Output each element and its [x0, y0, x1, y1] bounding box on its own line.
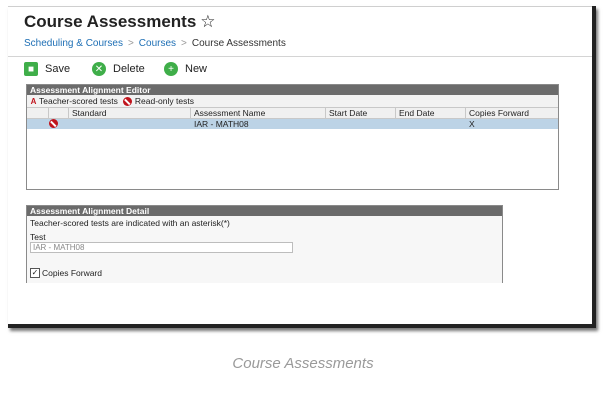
save-button[interactable]: ■ Save — [24, 62, 70, 76]
cell-copies-forward: X — [469, 119, 475, 129]
delete-label: Delete — [113, 63, 145, 75]
col-header-spacer — [27, 108, 49, 118]
checkbox-checked-icon: ✓ — [30, 268, 40, 278]
legend-readonly-label: Read-only tests — [134, 96, 194, 106]
grid-header-row: Standard Assessment Name Start Date End … — [27, 108, 558, 119]
chevron-right-icon: > — [181, 38, 187, 49]
save-label: Save — [45, 63, 71, 75]
save-icon: ■ — [24, 62, 38, 76]
table-row[interactable]: IAR - MATH08 X — [27, 119, 558, 129]
breadcrumb-courses[interactable]: Courses — [139, 38, 176, 49]
delete-icon: ✕ — [92, 62, 106, 76]
row-spacer — [27, 119, 49, 129]
read-only-icon — [122, 96, 132, 106]
assessment-alignment-editor: Assessment Alignment Editor A Teacher-sco… — [26, 84, 559, 190]
copies-forward-label: Copies Forward — [42, 268, 102, 278]
copies-forward-checkbox[interactable]: ✓ Copies Forward — [30, 268, 102, 278]
read-only-icon — [49, 119, 58, 128]
new-button[interactable]: + New — [164, 62, 207, 76]
col-header-assessment-name[interactable]: Assessment Name — [191, 108, 326, 118]
delete-button[interactable]: ✕ Delete — [92, 62, 145, 76]
page-title: Course Assessments ☆ — [24, 12, 216, 32]
col-header-start-date[interactable]: Start Date — [326, 108, 396, 118]
cell-assessment-name: IAR - MATH08 — [194, 119, 249, 129]
figure-caption: Course Assessments — [232, 355, 374, 372]
cell-standard — [69, 119, 191, 129]
teacher-scored-icon: A — [30, 96, 37, 106]
cell-end-date — [396, 119, 466, 129]
editor-header: Assessment Alignment Editor — [27, 85, 558, 95]
editor-legend: A Teacher-scored tests Read-only tests — [27, 95, 558, 108]
col-header-copies-forward[interactable]: Copies Forward — [466, 108, 540, 118]
editor-grid: Standard Assessment Name Start Date End … — [27, 108, 558, 129]
breadcrumb-scheduling-courses[interactable]: Scheduling & Courses — [24, 38, 123, 49]
test-label: Test — [30, 232, 46, 242]
row-icon-cell — [49, 119, 69, 129]
legend-teacher-label: Teacher-scored tests — [39, 96, 118, 106]
detail-note: Teacher-scored tests are indicated with … — [30, 218, 230, 228]
test-field[interactable]: IAR - MATH08 — [30, 242, 293, 253]
chevron-right-icon: > — [127, 38, 134, 49]
page-title-text: Course Assessments — [24, 12, 197, 31]
new-label: New — [185, 63, 208, 75]
star-icon[interactable]: ☆ — [200, 12, 215, 31]
col-header-end-date[interactable]: End Date — [396, 108, 466, 118]
col-header-icon — [49, 108, 69, 118]
page-header: Course Assessments ☆ Scheduling & Courses… — [8, 6, 592, 57]
cell-start-date — [326, 119, 396, 129]
detail-body: Teacher-scored tests are indicated with … — [27, 216, 502, 283]
breadcrumb: Scheduling & Courses > Courses > Course Asse… — [24, 38, 286, 49]
plus-icon: + — [164, 62, 178, 76]
col-header-standard[interactable]: Standard — [69, 108, 191, 118]
breadcrumb-current: Course Assessments — [191, 38, 286, 49]
assessment-alignment-detail: Assessment Alignment Detail Teacher-scor… — [26, 205, 503, 283]
detail-header: Assessment Alignment Detail — [27, 206, 502, 216]
screenshot-frame: Course Assessments ☆ Scheduling & Courses… — [8, 6, 596, 328]
